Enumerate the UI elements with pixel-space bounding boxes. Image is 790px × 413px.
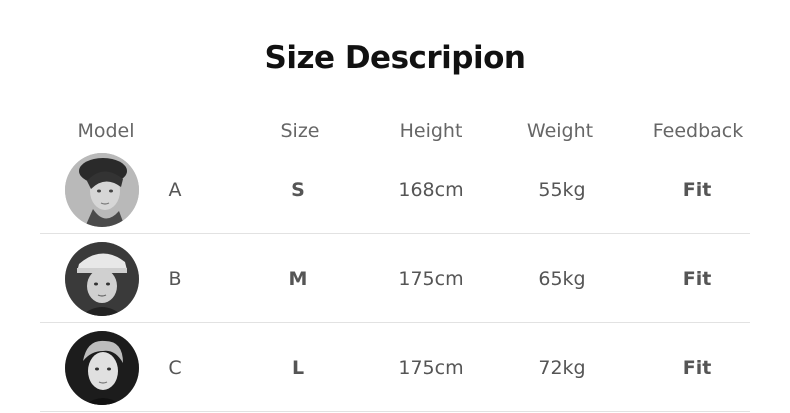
- column-header-model: Model: [77, 120, 135, 142]
- model-label: C: [168, 356, 182, 379]
- feedback-value: Fit: [682, 356, 712, 379]
- table-header: Model Size Height Weight Feedback: [0, 120, 790, 142]
- model-label: B: [168, 267, 182, 290]
- weight-value: 55kg: [538, 178, 586, 201]
- column-header-weight: Weight: [526, 120, 594, 142]
- height-value: 175cm: [398, 356, 464, 379]
- table-row: B M 175cm 65kg Fit: [0, 234, 790, 323]
- feedback-value: Fit: [682, 267, 712, 290]
- model-photo-icon: [65, 152, 139, 227]
- model-photo-icon: [65, 241, 139, 316]
- height-value: 168cm: [398, 178, 464, 201]
- table-row: A S 168cm 55kg Fit: [0, 145, 790, 234]
- column-header-feedback: Feedback: [652, 120, 744, 142]
- size-value: L: [291, 356, 305, 379]
- model-label: A: [168, 178, 182, 201]
- weight-value: 65kg: [538, 267, 586, 290]
- size-value: S: [291, 178, 305, 201]
- model-photo-icon: [65, 330, 139, 405]
- height-value: 175cm: [398, 267, 464, 290]
- feedback-value: Fit: [682, 178, 712, 201]
- page-title: Size Descripion: [264, 40, 527, 76]
- column-header-size: Size: [280, 120, 320, 142]
- row-divider: [40, 411, 750, 412]
- column-header-height: Height: [399, 120, 463, 142]
- table-row: C L 175cm 72kg Fit: [0, 323, 790, 412]
- size-value: M: [288, 267, 308, 290]
- weight-value: 72kg: [538, 356, 586, 379]
